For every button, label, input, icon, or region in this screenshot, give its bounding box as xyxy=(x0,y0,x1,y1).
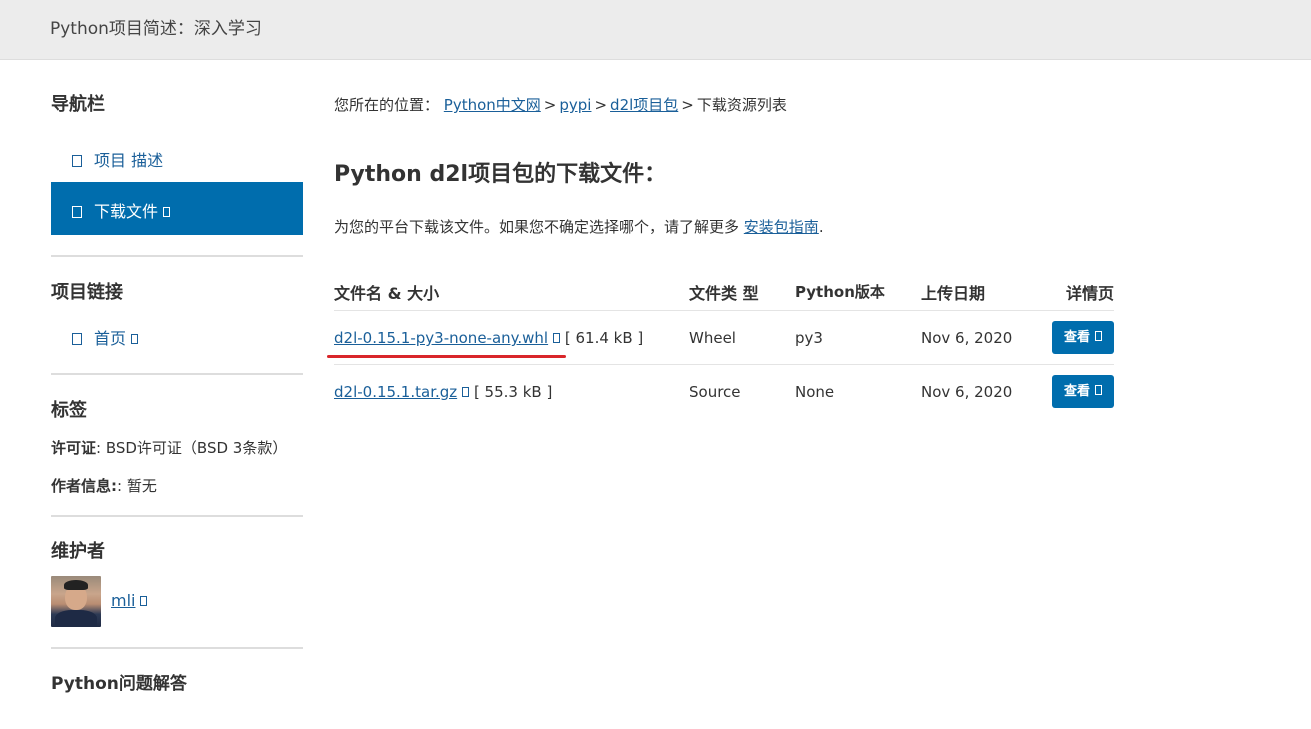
breadcrumb-separator: > xyxy=(543,96,557,114)
breadcrumb-prefix: 您所在的位置： xyxy=(334,96,440,114)
sidebar-item-label: 项目 描述 xyxy=(94,151,164,170)
intro-end: . xyxy=(818,218,824,236)
external-link-icon xyxy=(553,333,561,343)
intro-text: 为您的平台下载该文件。如果您不确定选择哪个，请了解更多 安装包指南. xyxy=(334,216,824,237)
home-icon xyxy=(72,333,82,345)
python-version: None xyxy=(795,383,835,401)
avatar[interactable] xyxy=(51,576,101,627)
install-guide-link[interactable]: 安装包指南 xyxy=(744,218,819,236)
author-label: 作者信息: xyxy=(51,477,117,495)
breadcrumb-separator: > xyxy=(594,96,608,114)
tags-heading: 标签 xyxy=(51,400,87,421)
breadcrumb-item-pypi[interactable]: pypi xyxy=(559,96,591,114)
highlight-underline xyxy=(327,355,566,358)
view-button-label: 查看 xyxy=(1063,330,1090,345)
external-link-icon xyxy=(140,596,148,606)
maintainers-heading: 维护者 xyxy=(51,541,105,562)
external-link-icon xyxy=(462,387,470,397)
homepage-label: 首页 xyxy=(94,329,127,348)
maintainer-name: mli xyxy=(111,591,136,610)
file-type: Wheel xyxy=(689,329,736,347)
view-button-label: 查看 xyxy=(1063,384,1090,399)
sidebar-item-description[interactable]: 项目 描述 xyxy=(72,147,163,171)
external-link-icon xyxy=(1095,385,1102,395)
table-row-filename: d2l-0.15.1.tar.gz [ 55.3 kB ] xyxy=(334,383,552,401)
license-label: 许可证 xyxy=(51,439,97,457)
view-details-button[interactable]: 查看 xyxy=(1052,321,1114,354)
external-link-icon xyxy=(131,334,139,344)
external-link-icon xyxy=(1095,331,1102,341)
info-icon xyxy=(72,155,82,167)
maintainer-link[interactable]: mli xyxy=(111,591,148,610)
intro-body: 为您的平台下载该文件。如果您不确定选择哪个，请了解更多 xyxy=(334,218,740,236)
project-links-heading: 项目链接 xyxy=(51,282,123,303)
breadcrumb: 您所在的位置： Python中文网 > pypi > d2l项目包 > 下载资源列表 xyxy=(334,94,787,115)
divider xyxy=(51,255,303,257)
top-bar: Python项目简述：深入学习 xyxy=(0,0,1311,60)
row-divider xyxy=(334,310,1114,311)
breadcrumb-separator: > xyxy=(681,96,694,114)
file-download-link[interactable]: d2l-0.15.1.tar.gz xyxy=(334,383,457,401)
breadcrumb-item-python-cn[interactable]: Python中文网 xyxy=(444,96,541,114)
sidebar-item-downloads[interactable]: 下载文件 xyxy=(51,182,303,235)
file-size: [ 55.3 kB ] xyxy=(473,383,553,401)
row-divider xyxy=(334,364,1114,365)
breadcrumb-item-d2l[interactable]: d2l项目包 xyxy=(610,96,678,114)
divider xyxy=(51,373,303,375)
table-row-filename: d2l-0.15.1-py3-none-any.whl [ 61.4 kB ] xyxy=(334,329,643,347)
download-icon xyxy=(72,206,82,218)
page-title: Python d2l项目包的下载文件： xyxy=(334,162,667,187)
view-details-button[interactable]: 查看 xyxy=(1052,375,1114,408)
column-header-type: 文件类 型 xyxy=(689,284,759,303)
column-header-details: 详情页 xyxy=(1066,284,1115,303)
column-header-filename: 文件名 & 大小 xyxy=(334,284,440,303)
author-line: 作者信息:: 暂无 xyxy=(51,475,157,496)
upload-date: Nov 6, 2020 xyxy=(921,329,1013,347)
sidebar-item-label: 下载文件 xyxy=(94,202,159,221)
file-download-link[interactable]: d2l-0.15.1-py3-none-any.whl xyxy=(334,329,548,347)
column-header-date: 上传日期 xyxy=(921,284,986,303)
file-size: [ 61.4 kB ] xyxy=(564,329,644,347)
author-value: : 暂无 xyxy=(117,477,157,495)
external-link-icon xyxy=(163,207,171,217)
nav-heading: 导航栏 xyxy=(51,94,105,115)
page-header-title: Python项目简述：深入学习 xyxy=(50,19,262,39)
qa-heading: Python问题解答 xyxy=(51,674,187,694)
divider xyxy=(51,647,303,649)
breadcrumb-current: 下载资源列表 xyxy=(696,96,787,114)
homepage-link[interactable]: 首页 xyxy=(72,325,139,349)
divider xyxy=(51,515,303,517)
file-type: Source xyxy=(689,383,741,401)
license-line: 许可证: BSD许可证（BSD 3条款） xyxy=(51,437,287,458)
python-version: py3 xyxy=(795,329,823,347)
column-header-python: Python版本 xyxy=(795,283,885,301)
upload-date: Nov 6, 2020 xyxy=(921,383,1013,401)
license-value: : BSD许可证（BSD 3条款） xyxy=(96,439,288,457)
